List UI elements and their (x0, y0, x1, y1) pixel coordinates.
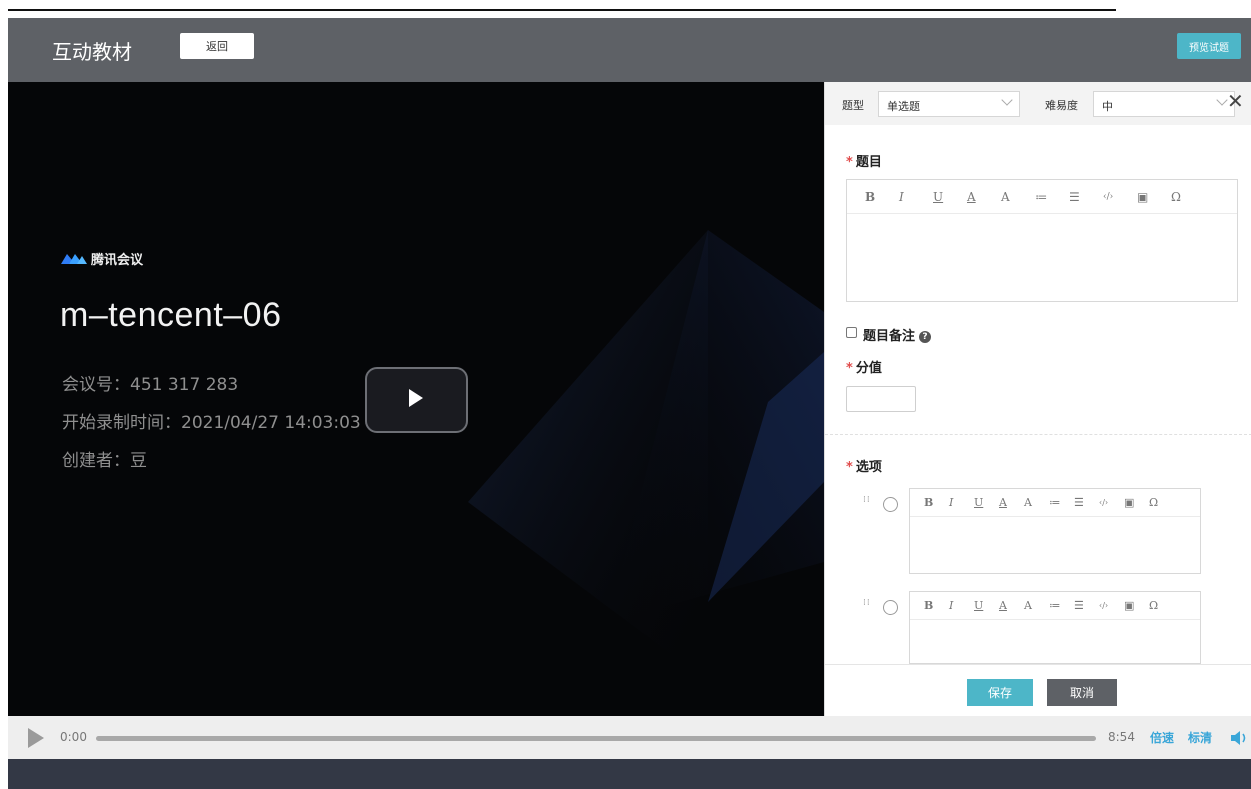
ordered-list-icon[interactable]: ≔ (1049, 599, 1074, 612)
question-editor-panel: 题型 单选题 难易度 中 ✕ * 题目 B I U A A ≔ ☰ ‹/› ▣ … (824, 82, 1251, 716)
option-radio[interactable] (883, 600, 898, 615)
font-color-icon[interactable]: A (999, 496, 1024, 509)
score-label: * 分值 (846, 361, 882, 376)
italic-icon[interactable]: I (949, 599, 974, 612)
difficulty-select[interactable]: 中 (1093, 91, 1235, 117)
meeting-number: 会议号：451 317 283 (62, 375, 239, 395)
progress-bar[interactable] (96, 736, 1096, 741)
question-section-label: * 题目 (846, 155, 882, 170)
code-icon[interactable]: ‹/› (1099, 601, 1124, 610)
font-size-icon[interactable]: A (1001, 190, 1035, 204)
panel-actions: 保存 取消 (825, 664, 1251, 716)
chevron-down-icon (1216, 94, 1228, 106)
preview-questions-button[interactable]: 预览试题 (1177, 33, 1241, 59)
save-button[interactable]: 保存 (967, 679, 1033, 706)
app-window: 互动教材 返回 预览试题 腾讯会议 m–tencent–06 会议号：451 3… (8, 18, 1251, 789)
editor-toolbar: B I U A A ≔ ☰ ‹/› ▣ Ω (910, 489, 1200, 517)
image-icon[interactable]: ▣ (1124, 496, 1149, 509)
font-color-icon[interactable]: A (967, 190, 1001, 204)
question-type-value: 单选题 (887, 100, 920, 113)
ordered-list-icon[interactable]: ≔ (1035, 190, 1069, 204)
note-checkbox[interactable] (846, 327, 857, 338)
image-icon[interactable]: ▣ (1124, 599, 1149, 612)
italic-icon[interactable]: I (899, 190, 933, 204)
difficulty-value: 中 (1102, 100, 1113, 113)
play-button[interactable] (365, 367, 468, 433)
record-start-time: 开始录制时间：2021/04/27 14:03:03 (62, 413, 361, 433)
font-color-icon[interactable]: A (999, 599, 1024, 612)
video-player[interactable]: 腾讯会议 m–tencent–06 会议号：451 317 283 开始录制时间… (8, 82, 824, 716)
underline-icon[interactable]: U (974, 599, 999, 612)
question-rich-editor[interactable]: B I U A A ≔ ☰ ‹/› ▣ Ω (846, 179, 1238, 302)
special-char-icon[interactable]: Ω (1171, 190, 1205, 204)
app-header: 互动教材 返回 预览试题 (8, 18, 1251, 82)
speed-button[interactable]: 倍速 (1150, 729, 1174, 746)
editor-toolbar: B I U A A ≔ ☰ ‹/› ▣ Ω (847, 180, 1237, 214)
difficulty-label: 难易度 (1045, 99, 1078, 112)
drag-handle-icon[interactable]: ⁞⁞ (863, 599, 870, 613)
cancel-button[interactable]: 取消 (1047, 679, 1117, 706)
volume-icon[interactable] (1230, 730, 1250, 746)
underline-icon[interactable]: U (933, 190, 967, 204)
quality-button[interactable]: 标清 (1188, 729, 1212, 746)
meeting-name: m–tencent–06 (60, 296, 282, 334)
code-icon[interactable]: ‹/› (1103, 192, 1137, 202)
page-top-rule (8, 9, 1116, 11)
unordered-list-icon[interactable]: ☰ (1074, 496, 1099, 509)
special-char-icon[interactable]: Ω (1149, 496, 1174, 509)
drag-handle-icon[interactable]: ⁞⁞ (863, 496, 870, 510)
options-label: * 选项 (846, 460, 882, 475)
font-size-icon[interactable]: A (1024, 496, 1049, 509)
close-icon[interactable]: ✕ (1227, 91, 1244, 111)
help-icon[interactable]: ? (919, 331, 932, 343)
option-radio[interactable] (883, 497, 898, 512)
panel-topbar: 题型 单选题 难易度 中 ✕ (825, 82, 1251, 125)
creator: 创建者：豆 (62, 451, 147, 471)
bold-icon[interactable]: B (924, 496, 949, 509)
duration: 8:54 (1108, 730, 1135, 744)
play-icon (409, 389, 423, 407)
special-char-icon[interactable]: Ω (1149, 599, 1174, 612)
ordered-list-icon[interactable]: ≔ (1049, 496, 1074, 509)
score-input[interactable] (846, 386, 916, 412)
app-title: 互动教材 (52, 40, 132, 64)
option-rich-editor[interactable]: B I U A A ≔ ☰ ‹/› ▣ Ω (909, 591, 1201, 664)
question-type-label: 题型 (842, 99, 864, 112)
editor-toolbar: B I U A A ≔ ☰ ‹/› ▣ Ω (910, 592, 1200, 620)
back-button[interactable]: 返回 (180, 33, 254, 59)
unordered-list-icon[interactable]: ☰ (1074, 599, 1099, 612)
player-controls: 0:00 8:54 倍速 标清 (8, 716, 1251, 759)
font-size-icon[interactable]: A (1024, 599, 1049, 612)
page-footer (8, 759, 1251, 789)
bold-icon[interactable]: B (924, 599, 949, 612)
italic-icon[interactable]: I (949, 496, 974, 509)
brand-name: 腾讯会议 (91, 253, 144, 268)
option-rich-editor[interactable]: B I U A A ≔ ☰ ‹/› ▣ Ω (909, 488, 1201, 574)
underline-icon[interactable]: U (974, 496, 999, 509)
note-label: 题目备注? (863, 325, 932, 344)
play-icon[interactable] (28, 728, 44, 748)
code-icon[interactable]: ‹/› (1099, 498, 1124, 507)
unordered-list-icon[interactable]: ☰ (1069, 190, 1103, 204)
tencent-meeting-logo-icon (61, 253, 87, 264)
section-divider (825, 434, 1251, 435)
chevron-down-icon (1001, 94, 1013, 106)
image-icon[interactable]: ▣ (1137, 190, 1171, 204)
current-time: 0:00 (60, 730, 87, 744)
brand-logo: 腾讯会议 (61, 249, 143, 268)
question-type-select[interactable]: 单选题 (878, 91, 1020, 117)
bold-icon[interactable]: B (865, 190, 899, 204)
